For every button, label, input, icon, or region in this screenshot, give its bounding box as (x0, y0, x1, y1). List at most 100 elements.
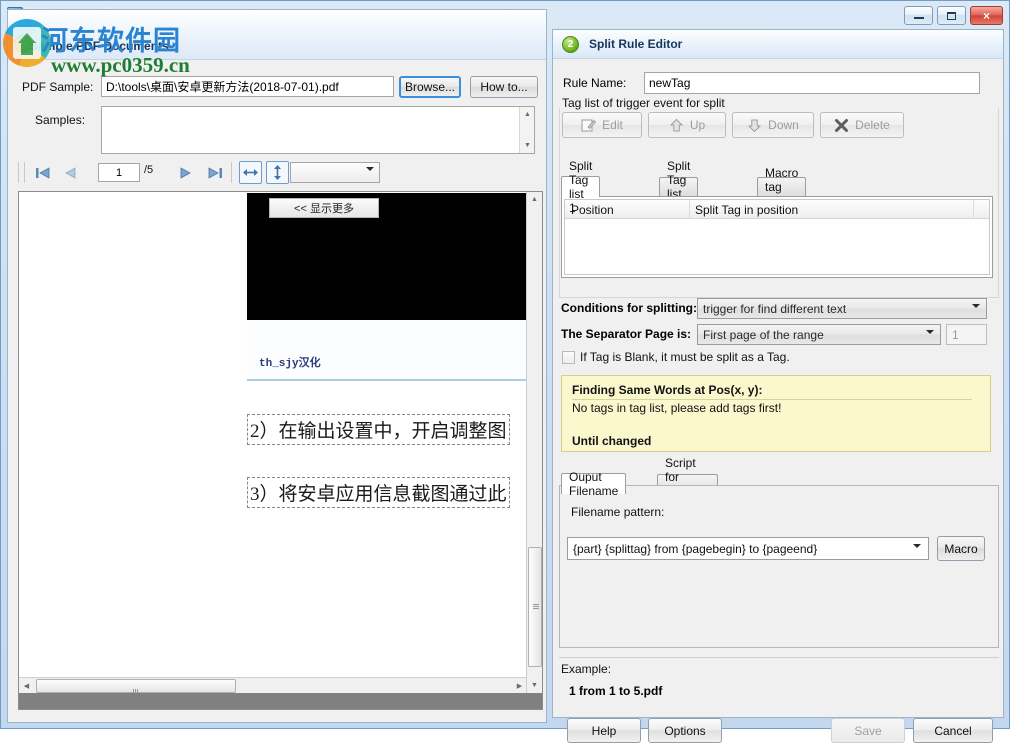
scroll-up-icon[interactable]: ▲ (520, 107, 535, 122)
pdf-image-caption: th_sjy汉化 (259, 358, 321, 370)
minimize-button[interactable] (904, 6, 933, 25)
left-panel-title: Sample PDF Documents (30, 39, 169, 53)
preview-vertical-scrollbar[interactable]: ▲ ▼ (526, 192, 542, 693)
how-to-button[interactable]: How to... (470, 76, 538, 98)
options-button[interactable]: Options (648, 718, 722, 743)
maximize-button[interactable] (937, 6, 966, 25)
pdf-preview-canvas[interactable]: << 显示更多 th_sjy汉化 2）在输出设置中，开启调整图 3）将安卓应用信… (19, 192, 527, 693)
scroll-down-icon[interactable]: ▼ (527, 678, 542, 693)
split-rule-editor-panel: 2 Split Rule Editor Rule Name: Tag list … (552, 29, 1004, 743)
chevron-down-icon (366, 167, 374, 185)
rule-name-input[interactable] (644, 72, 980, 94)
column-divider[interactable] (689, 200, 690, 219)
blank-tag-checkbox[interactable] (562, 350, 575, 364)
page-number-input[interactable] (98, 163, 140, 182)
chevron-down-icon (972, 304, 980, 322)
toolbar-separator (231, 162, 232, 183)
scroll-left-icon[interactable]: ◀ (19, 678, 34, 693)
example-label: Example: (561, 662, 612, 676)
previous-page-button[interactable] (60, 162, 82, 183)
delete-x-icon (834, 118, 849, 133)
first-page-button[interactable] (32, 162, 54, 183)
conditions-select[interactable]: trigger for find different text (697, 298, 987, 322)
close-icon: × (982, 8, 990, 23)
separator-page-number-input[interactable]: 1 (946, 324, 987, 345)
tag-table-header-row: Position Split Tag in position (565, 200, 989, 219)
last-page-button[interactable] (204, 162, 226, 183)
chevron-down-icon (926, 330, 934, 348)
right-panel-header: 2 Split Rule Editor (553, 30, 1003, 59)
tag-table[interactable]: Position Split Tag in position (561, 196, 993, 278)
fit-width-icon (243, 169, 258, 176)
move-up-button[interactable]: Up (648, 112, 726, 138)
show-more-button[interactable]: << 显示更多 (269, 198, 379, 218)
tag-table-body: Position Split Tag in position (564, 199, 990, 275)
preview-vscroll-thumb[interactable] (528, 547, 542, 667)
conditions-label: Conditions for splitting: (561, 301, 697, 315)
arrow-up-icon (669, 118, 684, 133)
move-down-button[interactable]: Down (732, 112, 814, 138)
edit-tag-button[interactable]: Edit (562, 112, 642, 138)
samples-scrollbar[interactable]: ▲ ▼ (519, 107, 534, 153)
info-panel: Finding Same Words at Pos(x, y): No tags… (561, 375, 991, 452)
column-header-split-tag[interactable]: Split Tag in position (695, 203, 798, 217)
right-panel-title: Split Rule Editor (589, 37, 683, 51)
chevron-down-icon (913, 544, 921, 562)
edit-icon (581, 118, 597, 133)
scroll-right-icon[interactable]: ▶ (512, 678, 527, 693)
info-footer: Until changed (572, 434, 652, 448)
fit-width-button[interactable] (239, 161, 262, 184)
tab-macro-tag-list[interactable]: Macro tag list (757, 166, 807, 208)
pdf-sample-input[interactable] (101, 76, 394, 97)
fit-height-icon (274, 165, 281, 180)
pdf-image-caption-box: th_sjy汉化 (247, 320, 527, 381)
delete-tag-label: Delete (855, 118, 890, 132)
move-down-label: Down (768, 118, 799, 132)
move-up-label: Up (689, 118, 706, 132)
scroll-down-icon[interactable]: ▼ (520, 138, 535, 153)
macro-button[interactable]: Macro (937, 536, 985, 561)
filename-pattern-label: Filename pattern: (571, 505, 665, 519)
application-window: Edit rule - newTag × Sample PDF Document… (0, 0, 1010, 743)
next-page-icon (180, 166, 191, 179)
rule-name-label: Rule Name: (563, 76, 627, 90)
fit-height-button[interactable] (266, 161, 289, 184)
close-button[interactable]: × (970, 6, 1003, 25)
tab-output-filename[interactable]: Ouput Filename (561, 470, 627, 498)
filename-pattern-select[interactable]: {part} {splittag} from {pagebegin} to {p… (567, 537, 929, 562)
pdf-sample-label: PDF Sample: (22, 80, 94, 94)
toolbar-separator (24, 162, 25, 183)
samples-label: Samples: (35, 113, 86, 127)
separator-page-select[interactable]: First page of the range (697, 324, 941, 348)
filename-pattern-value: {part} {splittag} from {pagebegin} to {p… (573, 541, 818, 556)
maximize-icon (947, 11, 956, 20)
separator-page-value: First page of the range (703, 327, 824, 342)
blank-tag-label: If Tag is Blank, it must be split as a T… (580, 350, 790, 364)
preview-hscroll-thumb[interactable] (36, 679, 236, 693)
save-button[interactable]: Save (831, 718, 905, 743)
zoom-level-select[interactable] (290, 162, 380, 185)
blank-tag-checkbox-row[interactable]: If Tag is Blank, it must be split as a T… (562, 350, 790, 364)
next-page-button[interactable] (174, 162, 196, 183)
edit-tag-label: Edit (602, 118, 623, 132)
arrow-down-icon (747, 118, 762, 133)
tab-split-tag-list-2[interactable]: Split Tag list 2 (659, 159, 699, 215)
page-navigation-toolbar: /5 (18, 160, 538, 186)
cancel-button[interactable]: Cancel (913, 718, 993, 743)
scroll-up-icon[interactable]: ▲ (527, 192, 542, 207)
delete-tag-button[interactable]: Delete (820, 112, 904, 138)
browse-button[interactable]: Browse... (399, 76, 461, 98)
previous-page-icon (65, 166, 76, 179)
left-panel-header: Sample PDF Documents (8, 10, 546, 60)
tab-split-tag-list-1[interactable]: Split Tag list 1 (561, 159, 601, 215)
sample-pdf-panel: Sample PDF Documents PDF Sample: Browse.… (7, 9, 547, 723)
first-page-icon (36, 166, 50, 179)
samples-textarea[interactable]: ▲ ▼ (101, 106, 535, 154)
minimize-icon (913, 17, 924, 19)
conditions-value: trigger for find different text (703, 301, 847, 316)
help-button[interactable]: Help (567, 718, 641, 743)
column-divider[interactable] (973, 200, 974, 219)
preview-horizontal-scrollbar[interactable]: ◀ ▶ (19, 677, 527, 693)
step-two-icon: 2 (562, 36, 579, 53)
info-title: Finding Same Words at Pos(x, y): (572, 383, 763, 397)
